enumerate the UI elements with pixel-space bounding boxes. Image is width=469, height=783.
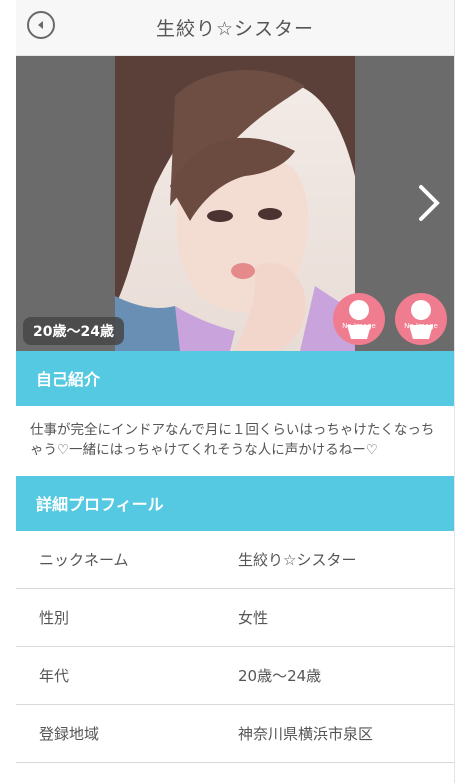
profile-label: 年代 <box>39 667 70 685</box>
no-image-label: No Image <box>342 322 376 330</box>
photo-thumbnail[interactable]: No Image <box>333 293 385 345</box>
profile-label: 登録地域 <box>39 725 100 743</box>
profile-value: 神奈川県横浜市泉区 <box>238 725 374 743</box>
photo-thumbnail[interactable]: No Image <box>395 293 447 345</box>
profile-label: ニックネーム <box>39 551 129 569</box>
page-title: 生絞り☆シスター <box>155 18 315 40</box>
profile-row-nickname: ニックネーム 生絞り☆シスター <box>16 531 454 589</box>
profile-value: 女性 <box>238 609 269 627</box>
age-badge: 20歳〜24歳 <box>23 317 124 345</box>
intro-heading: 自己紹介 <box>16 351 454 406</box>
profile-value: 20歳〜24歳 <box>238 667 322 685</box>
chevron-right-icon <box>419 185 440 221</box>
person-placeholder-icon <box>347 300 371 339</box>
header-bar: 生絞り☆シスター <box>16 0 454 56</box>
no-image-label: No Image <box>404 322 438 330</box>
profile-heading: 詳細プロフィール <box>16 476 454 531</box>
right-margin <box>454 0 469 783</box>
photo-gallery[interactable]: 20歳〜24歳 No Image No Image <box>16 56 454 351</box>
profile-photo[interactable] <box>115 56 355 351</box>
person-placeholder-icon <box>409 300 433 339</box>
profile-row-gender: 性別 女性 <box>16 589 454 647</box>
profile-page: 生絞り☆シスター 20歳〜24歳 No Image No Image 自己紹介 … <box>16 0 454 783</box>
left-margin <box>0 0 16 783</box>
profile-row-region: 登録地域 神奈川県横浜市泉区 <box>16 705 454 763</box>
profile-label: 性別 <box>39 609 70 627</box>
profile-value: 生絞り☆シスター <box>238 551 357 569</box>
intro-text: 仕事が完全にインドアなんで月に１回くらいはっちゃけたくなっちゃう♡一緒にはっちゃ… <box>30 422 435 458</box>
next-photo-button[interactable] <box>418 184 440 226</box>
profile-row-age: 年代 20歳〜24歳 <box>16 647 454 705</box>
